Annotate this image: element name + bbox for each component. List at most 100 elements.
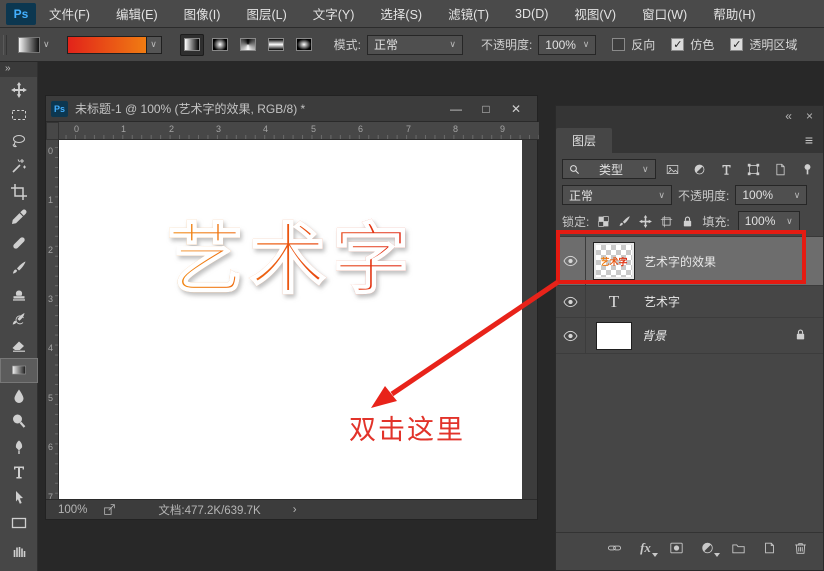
layer-name[interactable]: 背景 xyxy=(642,327,666,344)
filter-type-layers-button[interactable] xyxy=(716,160,736,179)
opacity-value: 100% xyxy=(545,38,576,52)
delete-layer-button[interactable] xyxy=(792,540,809,555)
filter-shape-layers-button[interactable] xyxy=(743,160,763,179)
layer-row-background[interactable]: 背景 xyxy=(556,318,823,354)
menu-3d[interactable]: 3D(D) xyxy=(502,0,561,28)
filter-toggle-button[interactable] xyxy=(797,160,817,179)
blend-mode-dropdown[interactable]: 正常 ∨ xyxy=(367,35,463,55)
horizontal-ruler: 0 1 2 3 4 5 6 7 8 9 xyxy=(59,122,539,140)
canvas[interactable]: 艺术字 双击这里 xyxy=(59,140,522,501)
diamond-gradient-button[interactable] xyxy=(292,34,316,56)
close-button[interactable]: ✕ xyxy=(501,99,531,119)
adjustment-layer-button[interactable] xyxy=(699,540,716,555)
visibility-toggle-eye-icon[interactable] xyxy=(556,237,586,285)
layer-thumbnail[interactable]: 艺术字 xyxy=(594,243,634,279)
new-group-button[interactable] xyxy=(730,540,747,555)
healing-brush-tool[interactable] xyxy=(0,230,38,256)
tab-layers[interactable]: 图层 xyxy=(556,128,612,153)
layer-name[interactable]: 艺术字的效果 xyxy=(644,253,716,270)
ruler-tick-label: 5 xyxy=(48,393,53,403)
angle-gradient-button[interactable] xyxy=(236,34,260,56)
gradient-tool[interactable] xyxy=(0,358,38,384)
layer-blend-mode-dropdown[interactable]: 正常 ∨ xyxy=(562,185,672,205)
blur-tool[interactable] xyxy=(0,383,38,409)
mode-label: 模式: xyxy=(334,36,361,53)
radial-gradient-button[interactable] xyxy=(208,34,232,56)
filter-pixel-layers-button[interactable] xyxy=(663,160,683,179)
clone-stamp-tool[interactable] xyxy=(0,281,38,307)
menu-edit[interactable]: 编辑(E) xyxy=(103,0,171,28)
gradient-picker-button[interactable]: ∨ xyxy=(147,36,162,54)
blend-mode-value: 正常 xyxy=(374,36,398,53)
lock-image-pixels-button[interactable] xyxy=(618,215,631,228)
minimize-button[interactable]: — xyxy=(441,99,471,119)
eraser-tool[interactable] xyxy=(0,332,38,358)
layer-row-art-effect[interactable]: 艺术字 艺术字的效果 xyxy=(556,237,823,286)
pen-tool[interactable] xyxy=(0,434,38,460)
add-layer-mask-button[interactable] xyxy=(668,540,685,555)
link-layers-button[interactable] xyxy=(606,540,623,555)
rectangle-tool[interactable] xyxy=(0,511,38,537)
background-layer-thumbnail[interactable] xyxy=(596,322,632,350)
crop-tool[interactable] xyxy=(0,179,38,205)
brush-tool[interactable] xyxy=(0,256,38,282)
fill-dropdown[interactable]: 100% ∨ xyxy=(738,211,800,231)
visibility-toggle-eye-icon[interactable] xyxy=(556,318,586,353)
visibility-toggle-eye-icon[interactable] xyxy=(556,286,586,317)
document-title-bar[interactable]: Ps 未标题-1 @ 100% (艺术字的效果, RGB/8) * — □ ✕ xyxy=(46,96,537,122)
layer-opacity-dropdown[interactable]: 100% ∨ xyxy=(735,185,807,205)
new-layer-button[interactable] xyxy=(761,540,778,555)
reflected-gradient-button[interactable] xyxy=(264,34,288,56)
menu-window[interactable]: 窗口(W) xyxy=(629,0,700,28)
reverse-checkbox[interactable] xyxy=(612,38,625,51)
type-tool[interactable] xyxy=(0,460,38,486)
layer-style-button[interactable]: fx xyxy=(637,540,654,555)
path-selection-tool[interactable] xyxy=(0,485,38,511)
layer-name[interactable]: 艺术字 xyxy=(644,293,680,310)
marquee-tool[interactable] xyxy=(0,103,38,129)
history-brush-tool[interactable] xyxy=(0,307,38,333)
tool-preset-picker[interactable]: ∨ xyxy=(15,35,53,55)
transparency-checkbox[interactable]: ✓ xyxy=(730,38,743,51)
dither-checkbox[interactable]: ✓ xyxy=(671,38,684,51)
maximize-button[interactable]: □ xyxy=(471,99,501,119)
lock-all-button[interactable] xyxy=(681,215,694,228)
opacity-dropdown[interactable]: 100% ∨ xyxy=(538,35,596,55)
panel-collapse-icon[interactable]: « xyxy=(785,109,792,123)
status-chevron-icon[interactable]: › xyxy=(293,504,297,516)
zoom-level[interactable]: 100% xyxy=(58,504,87,516)
text-layer-thumbnail[interactable]: T xyxy=(594,292,634,312)
layer-row-art-text[interactable]: T 艺术字 xyxy=(556,286,823,318)
dodge-tool[interactable] xyxy=(0,409,38,435)
move-tool[interactable] xyxy=(0,77,38,103)
menu-file[interactable]: 文件(F) xyxy=(36,0,103,28)
menu-type[interactable]: 文字(Y) xyxy=(300,0,368,28)
toolbar-collapse-button[interactable]: » xyxy=(0,62,37,77)
panel-menu-icon[interactable]: ≡ xyxy=(805,132,813,148)
lock-position-button[interactable] xyxy=(639,215,652,228)
menu-filter[interactable]: 滤镜(T) xyxy=(435,0,502,28)
lock-transparent-pixels-button[interactable] xyxy=(597,215,610,228)
panel-close-icon[interactable]: × xyxy=(806,109,813,123)
tool-preset-thumbnail xyxy=(18,37,40,53)
menu-help[interactable]: 帮助(H) xyxy=(700,0,768,28)
menu-layer[interactable]: 图层(L) xyxy=(233,0,299,28)
lasso-tool[interactable] xyxy=(0,128,38,154)
eyedropper-tool[interactable] xyxy=(0,205,38,231)
hand-tool[interactable] xyxy=(0,536,38,562)
gradient-preview[interactable] xyxy=(67,36,147,54)
share-icon[interactable] xyxy=(103,503,116,516)
filter-smart-objects-button[interactable] xyxy=(770,160,790,179)
check-icon: ✓ xyxy=(732,38,741,51)
lock-artboard-button[interactable] xyxy=(660,215,673,228)
ruler-tick-label: 1 xyxy=(48,195,53,205)
filter-type-dropdown[interactable]: 类型 ∨ xyxy=(562,159,656,179)
linear-gradient-button[interactable] xyxy=(180,34,204,56)
ruler-tick-label: 3 xyxy=(216,124,221,134)
menu-view[interactable]: 视图(V) xyxy=(561,0,629,28)
menu-select[interactable]: 选择(S) xyxy=(367,0,435,28)
menu-image[interactable]: 图像(I) xyxy=(171,0,234,28)
adjustment-icon xyxy=(700,541,715,555)
magic-wand-tool[interactable] xyxy=(0,154,38,180)
filter-adjustment-layers-button[interactable] xyxy=(690,160,710,179)
